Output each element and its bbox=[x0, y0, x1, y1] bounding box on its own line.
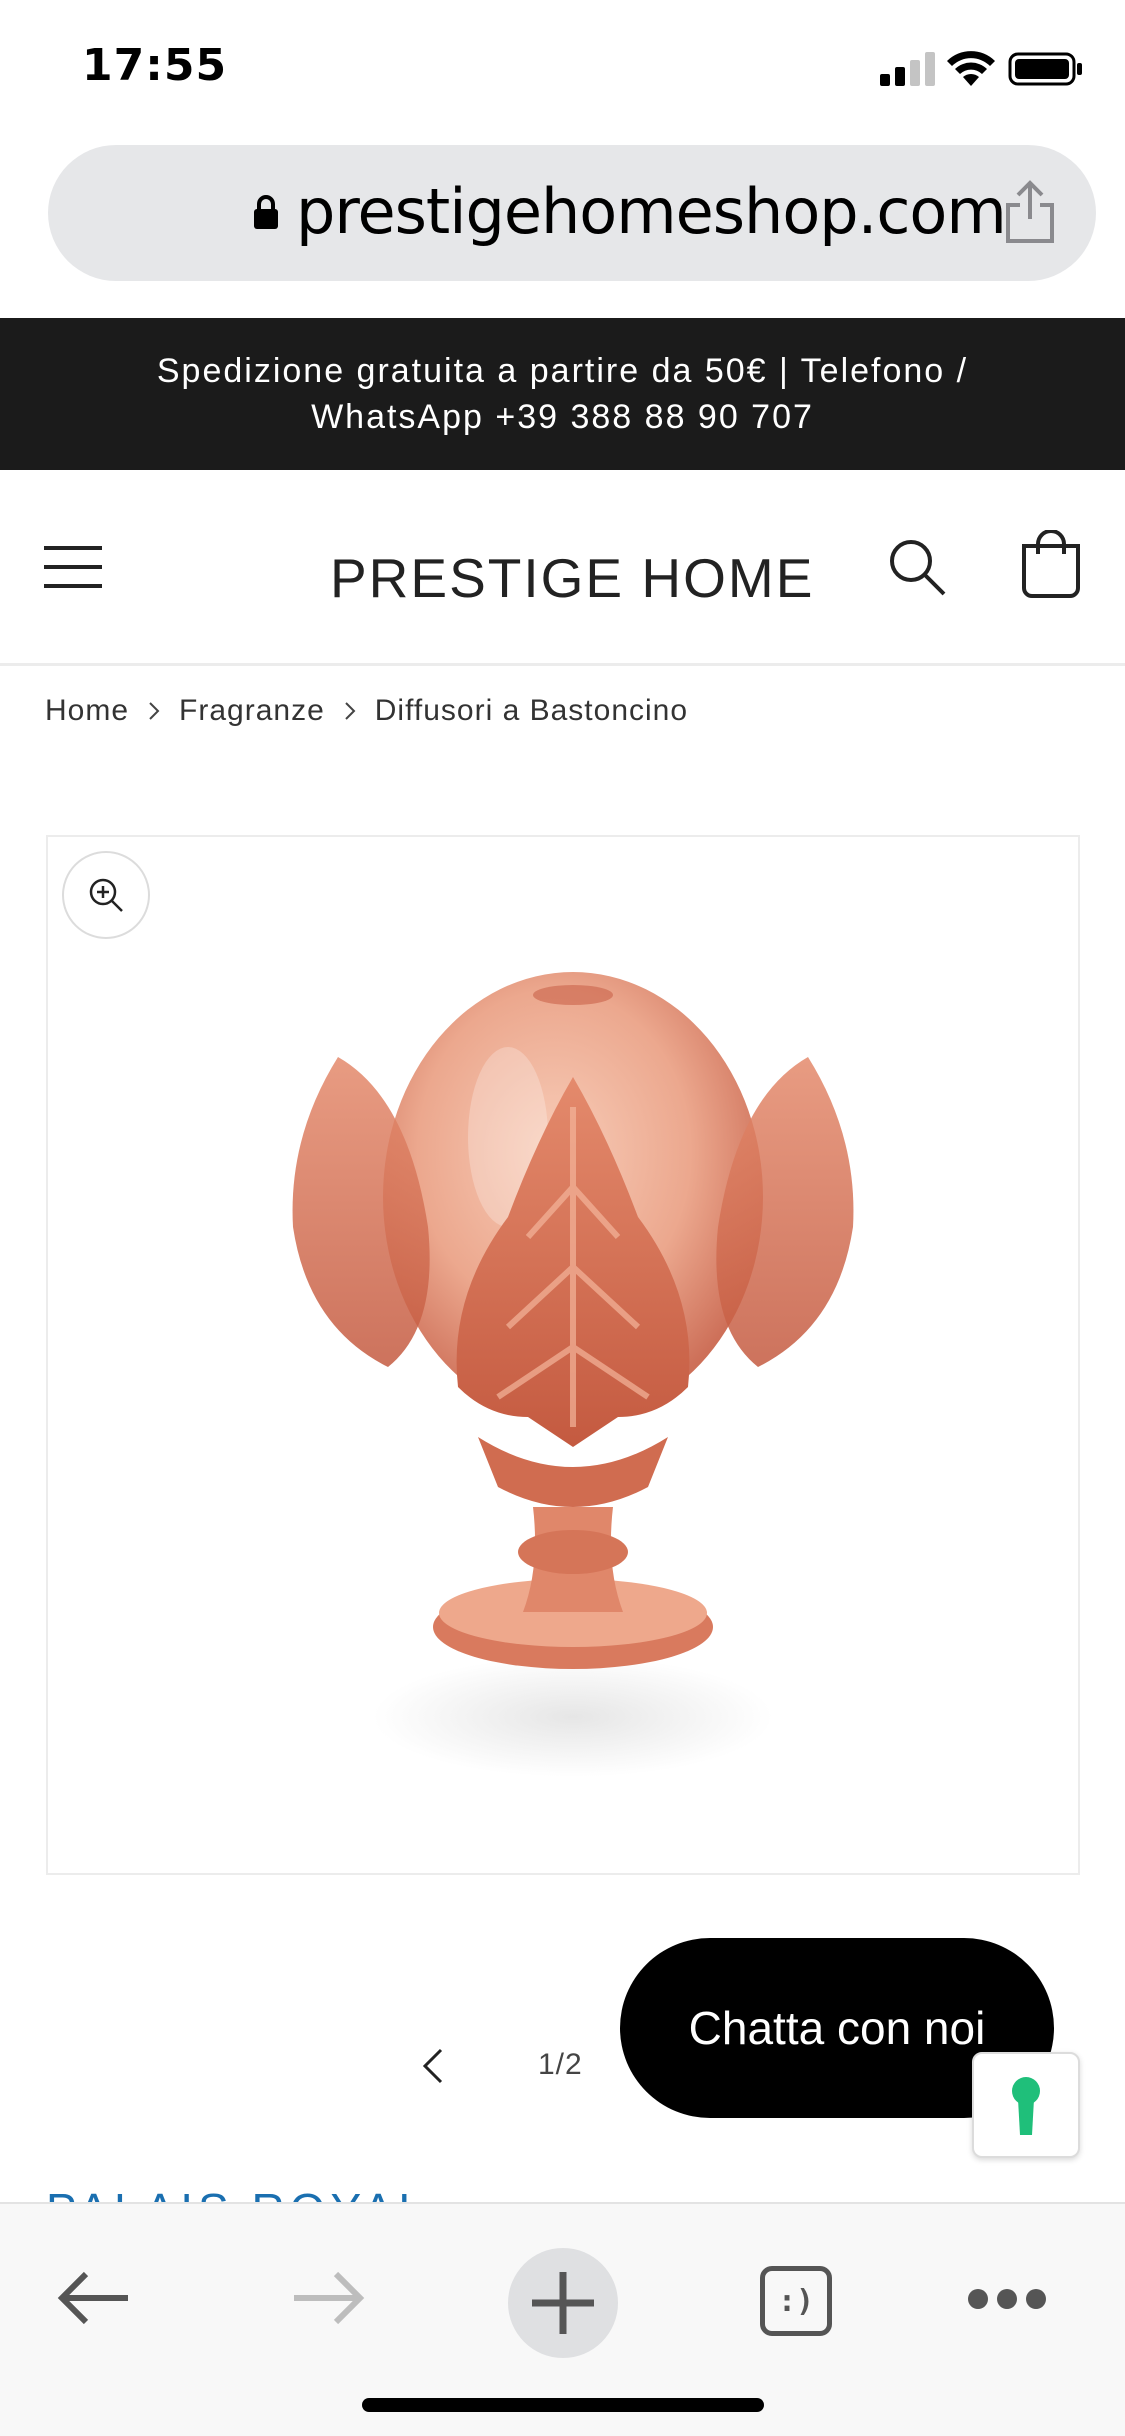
announcement-text: Spedizione gratuita a partire da 50€ | T… bbox=[156, 352, 969, 436]
status-time: 17:55 bbox=[82, 40, 228, 91]
breadcrumb-current[interactable]: Diffusori a Bastoncino bbox=[375, 694, 688, 728]
search-icon[interactable] bbox=[886, 536, 948, 598]
browser-toolbar: :) bbox=[0, 2202, 1125, 2436]
slider-prev-button[interactable] bbox=[415, 2042, 451, 2090]
keyhole-icon bbox=[1012, 2077, 1040, 2135]
wifi-icon bbox=[947, 51, 995, 86]
product-image[interactable] bbox=[278, 967, 868, 1787]
plus-icon bbox=[532, 2272, 594, 2334]
site-logo[interactable]: PRESTIGE HOME bbox=[330, 546, 814, 610]
tabs-label: :) bbox=[777, 2283, 815, 2319]
product-media-gallery[interactable] bbox=[46, 835, 1080, 1875]
new-tab-button[interactable] bbox=[508, 2248, 618, 2358]
battery-icon bbox=[1008, 52, 1082, 86]
chevron-right-icon bbox=[345, 702, 356, 720]
tabs-icon[interactable]: :) bbox=[760, 2266, 832, 2336]
cart-icon[interactable] bbox=[1018, 530, 1084, 600]
share-icon[interactable] bbox=[1000, 179, 1060, 245]
chat-widget-button[interactable] bbox=[972, 2052, 1080, 2158]
chevron-right-icon bbox=[149, 702, 160, 720]
announcement-bar: Spedizione gratuita a partire da 50€ | T… bbox=[0, 318, 1125, 470]
menu-icon[interactable] bbox=[42, 536, 104, 598]
more-icon[interactable] bbox=[966, 2286, 1048, 2312]
breadcrumb: Home Fragranze Diffusori a Bastoncino bbox=[45, 694, 688, 728]
site-header: PRESTIGE HOME bbox=[0, 470, 1125, 666]
signal-icon bbox=[880, 52, 935, 86]
lock-icon bbox=[254, 195, 278, 229]
chat-button-label: Chatta con noi bbox=[688, 2002, 986, 2054]
url-text[interactable]: prestigehomeshop.com bbox=[296, 175, 1007, 248]
zoom-in-icon bbox=[89, 878, 123, 912]
zoom-button[interactable] bbox=[62, 851, 150, 939]
back-arrow-icon[interactable] bbox=[56, 2268, 132, 2328]
status-bar: 17:55 bbox=[0, 0, 1125, 140]
home-indicator bbox=[362, 2398, 764, 2412]
slider-counter: 1/2 bbox=[538, 2048, 583, 2081]
breadcrumb-fragranze[interactable]: Fragranze bbox=[179, 694, 325, 728]
forward-arrow-icon[interactable] bbox=[290, 2268, 366, 2328]
address-bar[interactable]: prestigehomeshop.com bbox=[48, 145, 1096, 281]
breadcrumb-home[interactable]: Home bbox=[45, 694, 129, 728]
